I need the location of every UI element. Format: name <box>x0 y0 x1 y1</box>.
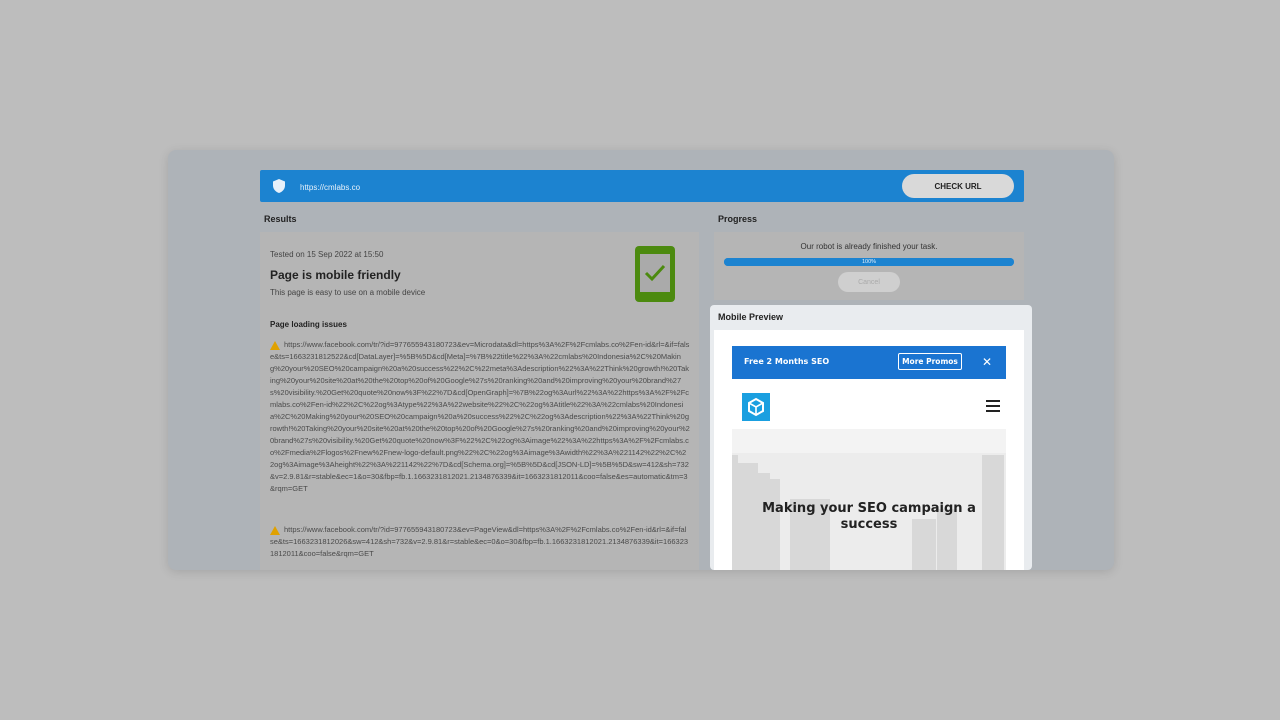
promo-banner: Free 2 Months SEO More Promos ✕ <box>732 346 1006 379</box>
issue-url: https://www.facebook.com/tr/?id=97765594… <box>270 340 690 493</box>
logo-icon[interactable] <box>742 393 770 421</box>
progress-message: Our robot is already finished your task. <box>800 242 938 251</box>
results-title: Results <box>264 214 297 224</box>
hero-section: Making your SEO campaign a success <box>732 429 1006 570</box>
url-input[interactable] <box>298 176 802 198</box>
close-icon[interactable]: ✕ <box>982 355 992 369</box>
progress-title: Progress <box>718 214 758 224</box>
cancel-button[interactable]: Cancel <box>838 272 900 292</box>
page-loading-issues-title: Page loading issues <box>270 320 347 329</box>
warning-icon <box>270 524 284 536</box>
shield-icon <box>273 179 285 193</box>
mobile-preview-panel: Mobile Preview Free 2 Months SEO More Pr… <box>710 305 1032 570</box>
more-promos-button[interactable]: More Promos <box>898 353 962 370</box>
mobile-preview-frame: Free 2 Months SEO More Promos ✕ Making y… <box>714 330 1024 570</box>
progress-panel: Our robot is already finished your task.… <box>714 232 1024 300</box>
issue-item: https://www.facebook.com/tr/?id=97765594… <box>270 339 690 495</box>
promo-text: Free 2 Months SEO <box>744 357 830 366</box>
progress-bar: 100% <box>724 258 1014 266</box>
tested-on-text: Tested on 15 Sep 2022 at 15:50 <box>270 250 384 259</box>
mobile-friendly-icon <box>635 246 675 302</box>
warning-icon <box>270 339 284 351</box>
issue-url: https://www.facebook.com/tr/?id=97765594… <box>270 525 689 558</box>
checkmark-icon <box>644 264 666 282</box>
check-url-button[interactable]: CHECK URL <box>902 174 1014 198</box>
progress-percent: 100% <box>861 259 877 265</box>
url-bar: CHECK URL <box>260 170 1024 202</box>
hamburger-menu-icon[interactable] <box>986 400 1000 412</box>
issue-item: https://www.facebook.com/tr/?id=97765594… <box>270 524 690 560</box>
result-subline: This page is easy to use on a mobile dev… <box>270 288 426 297</box>
city-skyline-graphic <box>732 455 1004 570</box>
result-headline: Page is mobile friendly <box>270 268 401 282</box>
results-panel: Tested on 15 Sep 2022 at 15:50 Page is m… <box>260 232 699 570</box>
mobile-preview-title: Mobile Preview <box>718 312 784 322</box>
hero-heading: Making your SEO campaign a success <box>762 501 976 532</box>
